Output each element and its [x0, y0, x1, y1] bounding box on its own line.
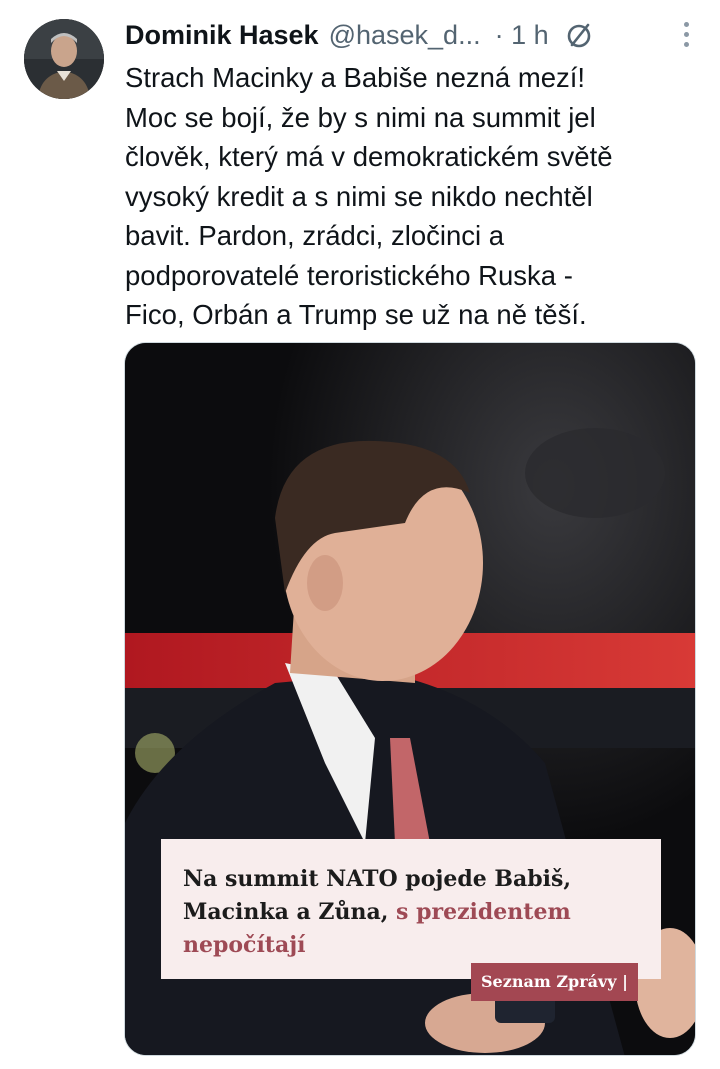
- post-time[interactable]: · 1 h: [495, 20, 549, 51]
- more-vertical-icon[interactable]: [682, 22, 690, 50]
- author-name[interactable]: Dominik Hasek: [125, 20, 319, 51]
- headline: Na summit NATO pojede Babiš, Macinka a Z…: [183, 863, 623, 962]
- avatar[interactable]: [24, 19, 104, 99]
- post-text: Strach Macinky a Babiše nezná mezí! Moc …: [125, 62, 613, 330]
- no-entry-circle-icon[interactable]: [563, 19, 595, 51]
- avatar-photo: [24, 19, 104, 99]
- post-media[interactable]: Na summit NATO pojede Babiš, Macinka a Z…: [124, 342, 696, 1056]
- post-header: Dominik Hasek @hasek_d... · 1 h: [125, 14, 700, 56]
- source-badge: Seznam Zprávy |: [471, 963, 638, 1001]
- author-handle[interactable]: @hasek_d...: [329, 20, 481, 51]
